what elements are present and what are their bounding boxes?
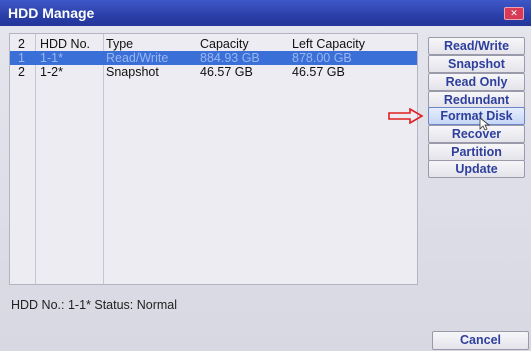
- red-arrow-icon: [388, 108, 424, 124]
- hdd-table: 2 HDD No. Type Capacity Left Capacity 1 …: [9, 33, 418, 285]
- read-only-button[interactable]: Read Only: [428, 73, 525, 91]
- partition-button[interactable]: Partition: [428, 143, 525, 161]
- header-left-capacity[interactable]: Left Capacity: [292, 37, 365, 51]
- header-count: 2: [18, 37, 25, 51]
- row-type: Read/Write: [106, 51, 169, 65]
- header-capacity[interactable]: Capacity: [200, 37, 249, 51]
- hdd-manage-window: HDD Manage ✕ 2 HDD No. Type Capacity Lef…: [0, 0, 531, 351]
- table-row[interactable]: 2 1-2* Snapshot 46.57 GB 46.57 GB: [10, 65, 417, 79]
- snapshot-button[interactable]: Snapshot: [428, 55, 525, 73]
- header-type[interactable]: Type: [106, 37, 133, 51]
- mouse-cursor-icon: [479, 117, 490, 131]
- row-index: 2: [18, 65, 25, 79]
- close-button[interactable]: ✕: [504, 7, 524, 20]
- window-title: HDD Manage: [8, 5, 95, 21]
- row-index: 1: [18, 51, 25, 65]
- row-capacity: 884.93 GB: [200, 51, 260, 65]
- row-left-capacity: 878.00 GB: [292, 51, 352, 65]
- title-bar: HDD Manage ✕: [0, 0, 531, 26]
- status-text: HDD No.: 1-1* Status: Normal: [11, 298, 178, 312]
- row-hdd-no: 1-2*: [40, 65, 63, 79]
- row-type: Snapshot: [106, 65, 159, 79]
- cancel-button[interactable]: Cancel: [432, 331, 529, 350]
- recover-button[interactable]: Recover: [428, 125, 525, 143]
- format-disk-button[interactable]: Format Disk: [428, 107, 525, 125]
- row-left-capacity: 46.57 GB: [292, 65, 345, 79]
- close-icon: ✕: [510, 8, 518, 18]
- header-hdd-no[interactable]: HDD No.: [40, 37, 90, 51]
- update-button[interactable]: Update: [428, 160, 525, 178]
- read-write-button[interactable]: Read/Write: [428, 37, 525, 55]
- table-row[interactable]: 1 1-1* Read/Write 884.93 GB 878.00 GB: [10, 51, 417, 65]
- row-hdd-no: 1-1*: [40, 51, 63, 65]
- row-capacity: 46.57 GB: [200, 65, 253, 79]
